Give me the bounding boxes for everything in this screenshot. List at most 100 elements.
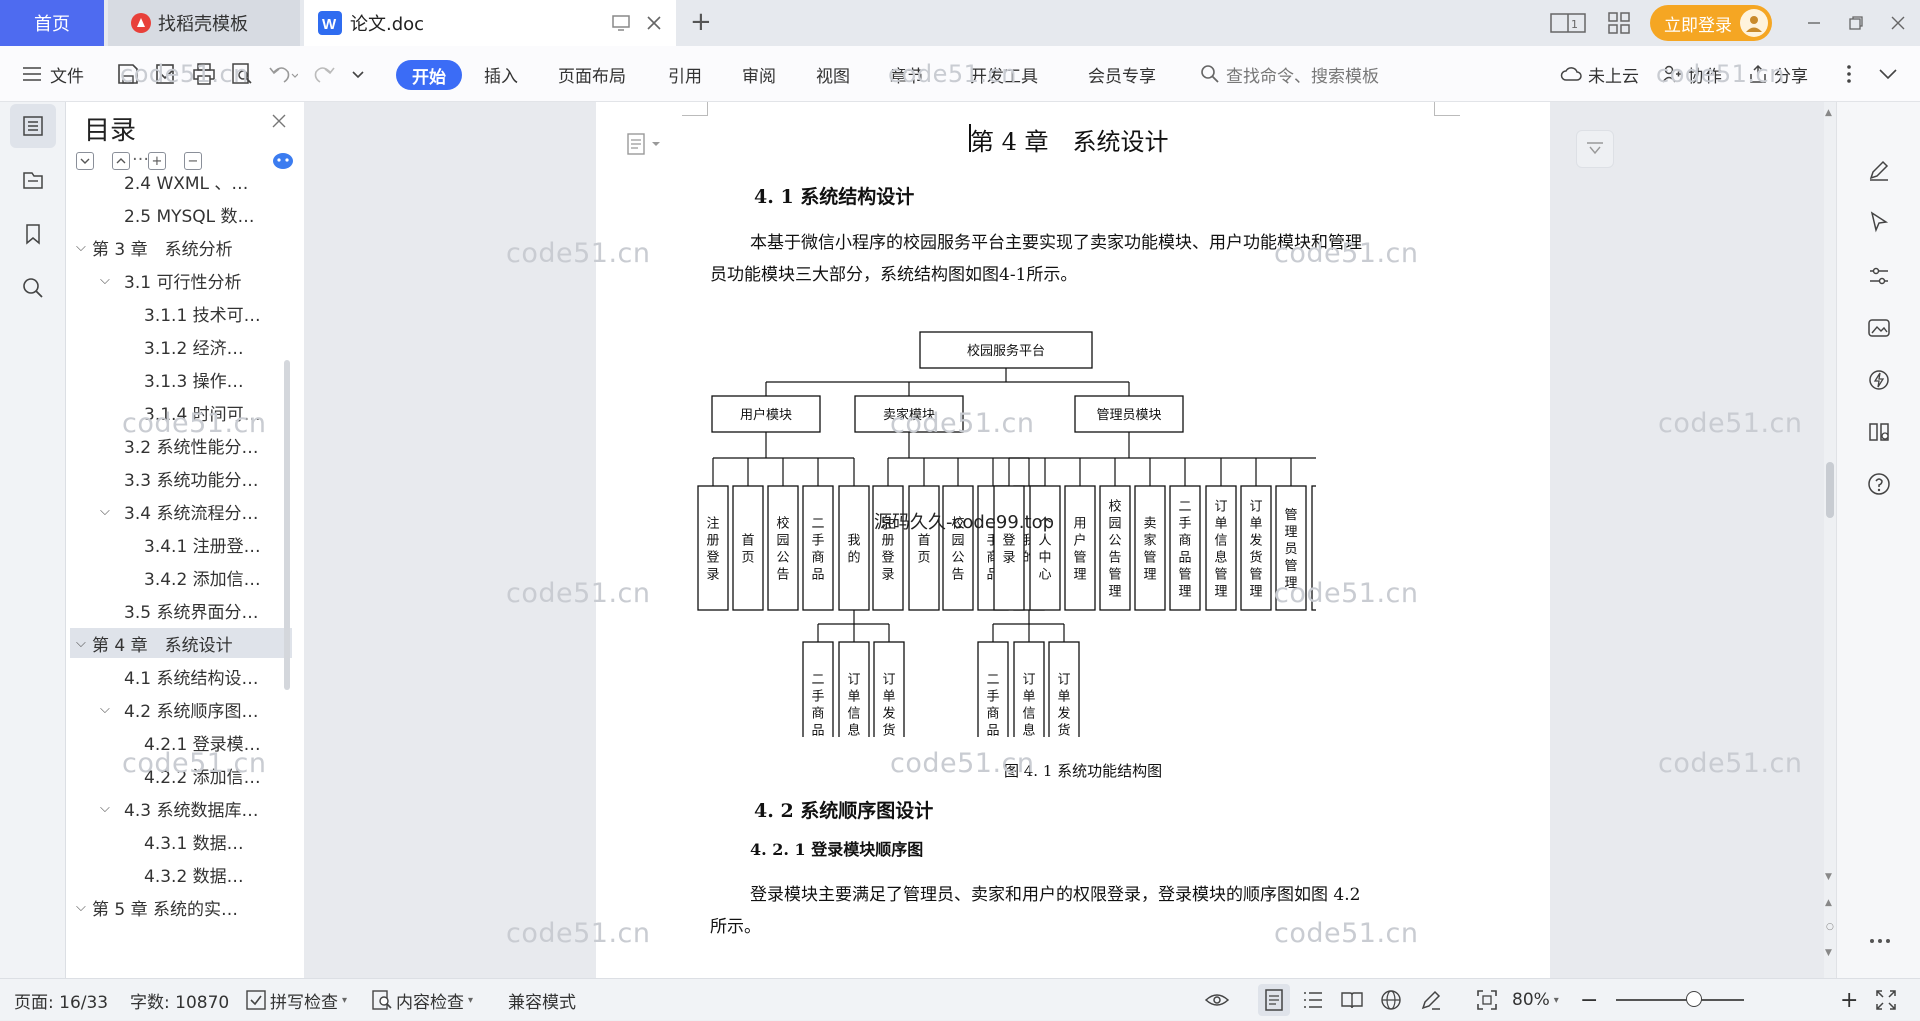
tab-home[interactable]: 首页 [0, 0, 104, 46]
toc-item[interactable]: 3.4.2 添加信… [70, 562, 292, 592]
toc-item[interactable]: ⌵ 3.1 可行性分析 [70, 265, 292, 295]
read-mode-icon[interactable] [1340, 979, 1364, 1021]
chevron-down-icon[interactable]: ⌵ [76, 636, 90, 651]
diagram-leaf-char: 理 [1249, 585, 1262, 600]
toc-item[interactable]: 4.3.1 数据… [70, 826, 292, 856]
zoom-slider-thumb[interactable] [1686, 991, 1702, 1007]
adjust-sliders-icon[interactable] [1867, 264, 1891, 288]
toc-item[interactable]: 3.5 系统界面分… [70, 595, 292, 625]
undo-icon[interactable] [268, 62, 298, 86]
toc-item[interactable]: 3.1.1 技术可… [70, 298, 292, 328]
chevron-down-icon[interactable]: ⌵ [76, 240, 90, 255]
document-scrollbar[interactable]: ▲ ▼ ▲ ○ ▼ [1824, 102, 1836, 978]
spell-check-icon [246, 990, 266, 1010]
bookmark-button[interactable] [10, 212, 56, 256]
toc-panel-button[interactable] [10, 104, 56, 148]
chevron-down-icon[interactable]: ⌵ [100, 801, 114, 816]
tab-view[interactable]: 视图 [816, 46, 850, 102]
page-indicator[interactable]: 页面: 16/33 [14, 979, 108, 1021]
toc-item[interactable]: ⌵ 第 5 章 系统的实… [70, 892, 292, 922]
toc-item[interactable]: 4.1 系统结构设… [70, 661, 292, 691]
ai-assistant-icon[interactable] [1867, 368, 1891, 392]
zoom-out-button[interactable]: − [1580, 979, 1598, 1021]
chapter-nav-icon [22, 169, 44, 191]
zoom-in-button[interactable]: + [1840, 979, 1858, 1021]
more-options-icon[interactable] [1846, 46, 1852, 102]
help-icon[interactable] [1867, 472, 1891, 496]
toc-item[interactable]: 2.4 WXML 、… [70, 166, 292, 196]
page-menu-icon[interactable] [626, 132, 662, 156]
page-filter-button[interactable] [1576, 130, 1614, 168]
apps-grid-icon[interactable] [1608, 12, 1630, 34]
spell-check-button[interactable]: 拼写检查 ▾ [246, 979, 347, 1021]
login-button[interactable]: 立即登录 [1650, 5, 1772, 41]
fit-page-icon[interactable] [1476, 979, 1498, 1021]
chevron-down-icon[interactable]: ⌵ [100, 273, 114, 288]
minimize-icon[interactable] [1806, 15, 1822, 31]
toc-panel: 目录 + − … 2.4 WXML 、…2.5 MYSQL 数…⌵第 3 章 系… [66, 102, 304, 978]
tab-insert[interactable]: 插入 [484, 46, 518, 102]
web-layout-icon[interactable] [1380, 979, 1402, 1021]
restore-icon[interactable] [1848, 15, 1864, 31]
status-bar: 页面: 16/33 字数: 10870 拼写检查 ▾ 内容检查 ▾ 兼容模式 8… [0, 978, 1920, 1020]
toc-item[interactable]: ⌵ 4.2 系统顺序图… [70, 694, 292, 724]
cloud-status-button[interactable]: 未上云 [1560, 46, 1639, 102]
tab-template[interactable]: 找稻壳模板 [108, 0, 300, 46]
content-check-button[interactable]: 内容检查 ▾ [372, 979, 473, 1021]
zoom-slider-track[interactable] [1616, 999, 1744, 1001]
tab-start[interactable]: 开始 [396, 60, 462, 90]
more-tools-icon[interactable] [1869, 938, 1891, 944]
diagram-leaf-char: 卖 [1143, 517, 1156, 532]
window-float-icon[interactable] [612, 15, 630, 31]
find-button[interactable] [10, 266, 56, 310]
toc-item[interactable]: 4.3.2 数据… [70, 859, 292, 889]
toc-scrollbar[interactable] [284, 360, 290, 690]
diagram-leaf-char: 息 [1214, 550, 1227, 566]
image-tool-icon[interactable] [1867, 316, 1891, 340]
new-tab-button[interactable]: + [690, 9, 712, 35]
toc-item[interactable]: 3.1.3 操作… [70, 364, 292, 394]
close-window-icon[interactable] [1890, 15, 1906, 31]
tab-member[interactable]: 会员专享 [1088, 46, 1156, 102]
toc-item[interactable]: 2.5 MYSQL 数… [70, 199, 292, 229]
word-count[interactable]: 字数: 10870 [130, 979, 229, 1021]
chevron-down-icon[interactable]: ⌵ [100, 702, 114, 717]
outline-view-icon[interactable] [1302, 979, 1324, 1021]
chapter-nav-button[interactable] [10, 158, 56, 202]
toc-item-label: 3.1.2 经济… [144, 338, 244, 359]
chevron-down-icon[interactable]: ⌵ [76, 900, 90, 915]
reader-icon[interactable] [1867, 420, 1891, 444]
content-check-icon [372, 990, 392, 1010]
file-menu-button[interactable]: 文件 [22, 46, 84, 102]
toc-item[interactable]: 3.3 系统功能分… [70, 463, 292, 493]
fullscreen-icon[interactable] [1876, 979, 1896, 1021]
tab-references[interactable]: 引用 [668, 46, 702, 102]
tab-document[interactable]: W 论文.doc [304, 0, 676, 46]
diagram-leaf-char: 公 [1108, 534, 1121, 549]
eye-protection-icon[interactable] [1204, 979, 1230, 1021]
write-mode-icon[interactable] [1420, 979, 1442, 1021]
layout-switch-icon[interactable]: 1 [1550, 12, 1586, 34]
toc-item[interactable]: 3.4.1 注册登… [70, 529, 292, 559]
page-view-button[interactable] [1258, 984, 1290, 1016]
tab-review[interactable]: 审阅 [742, 46, 776, 102]
chevron-down-icon[interactable]: ⌵ [100, 504, 114, 519]
collapse-ribbon-icon[interactable] [1878, 46, 1898, 102]
watermark: code51.cn [890, 748, 1035, 779]
more-quick-access-icon[interactable] [350, 66, 366, 82]
redo-icon[interactable] [312, 62, 336, 86]
command-search[interactable]: 查找命令、搜索模板 [1200, 46, 1379, 102]
zoom-level-dropdown[interactable]: 80% ▾ [1512, 979, 1559, 1021]
compat-mode-label[interactable]: 兼容模式 [508, 979, 576, 1021]
toc-item[interactable]: 3.1.2 经济… [70, 331, 292, 361]
close-toc-icon[interactable] [272, 114, 286, 128]
select-pointer-icon[interactable] [1867, 210, 1891, 234]
pen-icon[interactable] [1867, 158, 1891, 182]
toc-item[interactable]: ⌵ 3.4 系统流程分… [70, 496, 292, 526]
toc-item[interactable]: ⌵ 第 4 章 系统设计 [70, 628, 292, 658]
close-tab-icon[interactable] [646, 15, 662, 31]
tab-page-layout[interactable]: 页面布局 [558, 46, 626, 102]
toc-item[interactable]: ⌵ 第 3 章 系统分析 [70, 232, 292, 262]
toc-item[interactable]: ⌵ 4.3 系统数据库… [70, 793, 292, 823]
scrollbar-thumb[interactable] [1826, 462, 1834, 518]
